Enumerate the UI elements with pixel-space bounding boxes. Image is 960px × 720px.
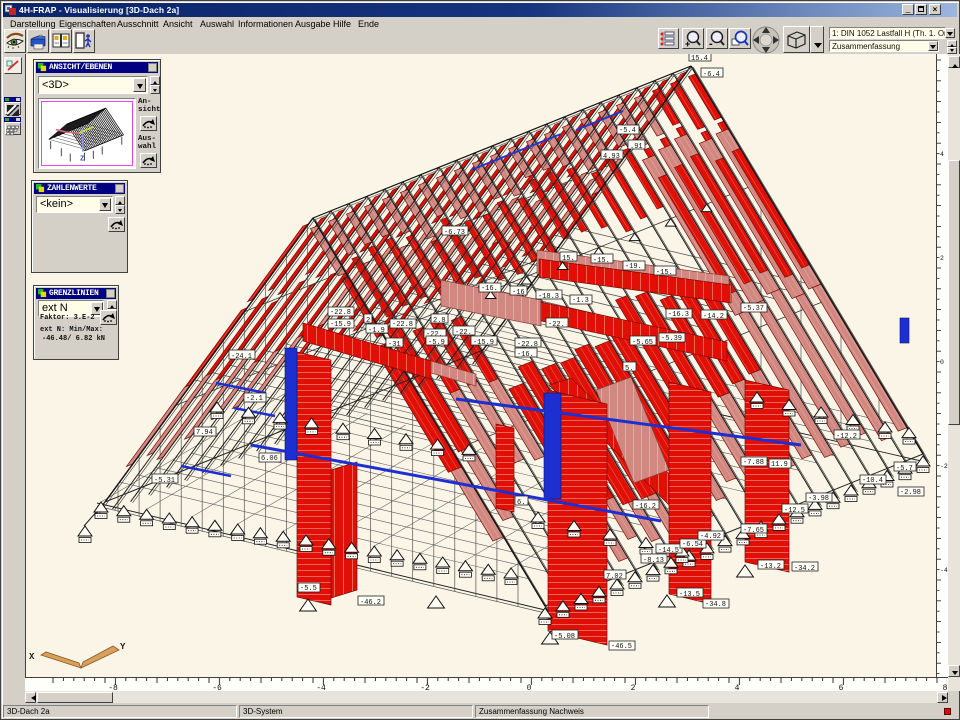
svg-text:0: 0 bbox=[940, 359, 944, 366]
svg-text:-14.2: -14.2 bbox=[703, 313, 724, 321]
svg-text:-22.8: -22.8 bbox=[392, 321, 413, 329]
svg-text:4: 4 bbox=[940, 151, 944, 158]
svg-text:-16.3: -16.3 bbox=[668, 311, 689, 319]
svg-text:-6.54: -6.54 bbox=[682, 541, 703, 549]
svg-text:-5.4: -5.4 bbox=[619, 127, 636, 135]
svg-text:-19.: -19. bbox=[625, 263, 642, 271]
svg-text:4.93: 4.93 bbox=[603, 153, 620, 161]
svg-text:-15.: -15. bbox=[656, 269, 673, 277]
svg-text:-2.98: -2.98 bbox=[900, 489, 921, 497]
svg-text:-13.2: -13.2 bbox=[760, 563, 781, 571]
svg-text:15.4: 15.4 bbox=[691, 55, 708, 63]
svg-text:-4.92: -4.92 bbox=[700, 533, 721, 541]
svg-text:-12.5: -12.5 bbox=[784, 507, 805, 515]
svg-text:-10.4: -10.4 bbox=[862, 477, 883, 485]
svg-text:X: X bbox=[29, 652, 35, 662]
svg-text:-7.65: -7.65 bbox=[743, 527, 764, 535]
svg-text:-46.2: -46.2 bbox=[360, 599, 381, 607]
svg-text:-4: -4 bbox=[940, 567, 948, 574]
svg-text:-5.31: -5.31 bbox=[154, 477, 175, 485]
svg-text:-5.65: -5.65 bbox=[632, 339, 653, 347]
svg-text:-5.7: -5.7 bbox=[896, 465, 913, 473]
svg-text:-22.: -22. bbox=[548, 321, 565, 329]
svg-text:-34.2: -34.2 bbox=[794, 565, 815, 573]
svg-text:-6.4: -6.4 bbox=[703, 71, 720, 79]
svg-text:-15.: -15. bbox=[593, 257, 610, 265]
svg-text:-5.08: -5.08 bbox=[554, 633, 575, 641]
svg-text:-18.3: -18.3 bbox=[538, 293, 559, 301]
svg-text:Z: Z bbox=[80, 156, 84, 164]
svg-text:-31: -31 bbox=[388, 341, 401, 349]
svg-text:-3.98: -3.98 bbox=[808, 495, 829, 503]
svg-text:11.9: 11.9 bbox=[771, 461, 788, 469]
svg-text:6.: 6. bbox=[517, 499, 525, 507]
svg-text:-13.5: -13.5 bbox=[679, 591, 700, 599]
svg-text:7.94: 7.94 bbox=[196, 429, 213, 437]
svg-text:.91: .91 bbox=[630, 143, 643, 151]
svg-text:-5.37: -5.37 bbox=[743, 305, 764, 313]
svg-text:-1.9: -1.9 bbox=[368, 327, 385, 335]
svg-text:2: 2 bbox=[940, 255, 944, 262]
svg-text:2.8: 2.8 bbox=[433, 317, 446, 325]
svg-text:-5.5: -5.5 bbox=[300, 585, 317, 593]
svg-text:-16.2: -16.2 bbox=[635, 503, 656, 511]
svg-text:-6.73: -6.73 bbox=[444, 229, 465, 237]
svg-text:-24.1: -24.1 bbox=[231, 353, 252, 361]
svg-text:-8.13: -8.13 bbox=[643, 557, 664, 565]
svg-text:-16.: -16. bbox=[481, 285, 498, 293]
svg-text:-1.3: -1.3 bbox=[572, 297, 589, 305]
svg-text:7.02: 7.02 bbox=[606, 573, 623, 581]
svg-text:-2.1: -2.1 bbox=[246, 395, 263, 403]
svg-text:-46.5: -46.5 bbox=[611, 643, 632, 651]
svg-text:+: + bbox=[685, 39, 690, 48]
svg-text:-15.9: -15.9 bbox=[473, 339, 494, 347]
svg-text:-12.2: -12.2 bbox=[836, 433, 857, 441]
svg-text:-22.8: -22.8 bbox=[330, 309, 351, 317]
svg-text:-5.39: -5.39 bbox=[661, 335, 682, 343]
svg-text:-5.9: -5.9 bbox=[428, 339, 445, 347]
svg-text:-22.: -22. bbox=[455, 329, 472, 337]
svg-text:-16: -16 bbox=[512, 289, 525, 297]
svg-text:Y: Y bbox=[120, 642, 126, 652]
svg-text:5.: 5. bbox=[625, 365, 633, 373]
svg-text:6.06: 6.06 bbox=[261, 455, 278, 463]
svg-text:15.: 15. bbox=[562, 255, 575, 263]
svg-text:-16.: -16. bbox=[517, 351, 534, 359]
svg-text:-: - bbox=[709, 38, 713, 48]
svg-text:-7.88: -7.88 bbox=[743, 459, 764, 467]
svg-text:-34.8: -34.8 bbox=[705, 601, 726, 609]
svg-text:-2: -2 bbox=[940, 463, 948, 470]
svg-text:-15.9: -15.9 bbox=[330, 321, 351, 329]
